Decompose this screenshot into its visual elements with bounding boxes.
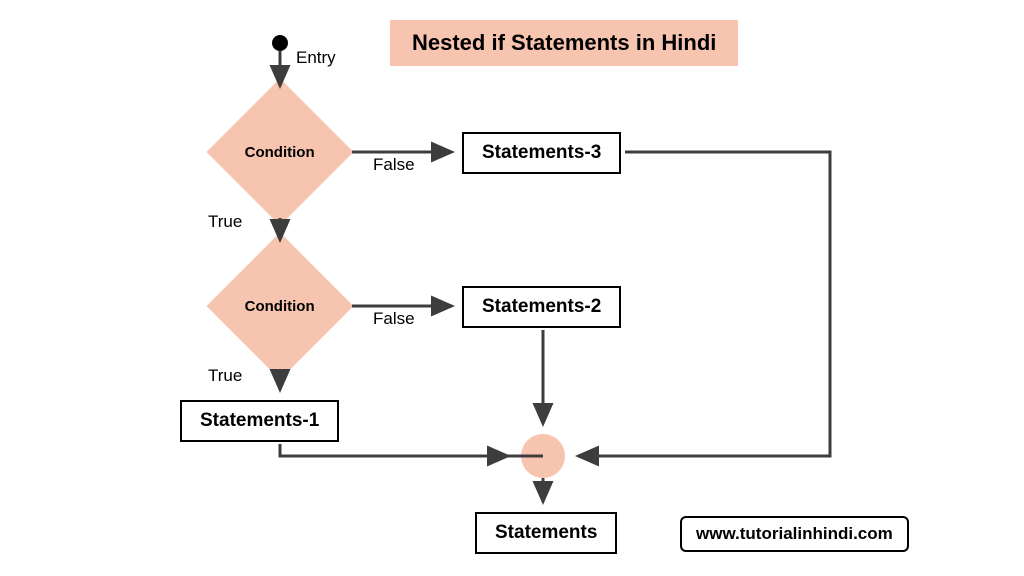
flowchart-arrows (0, 0, 1024, 576)
